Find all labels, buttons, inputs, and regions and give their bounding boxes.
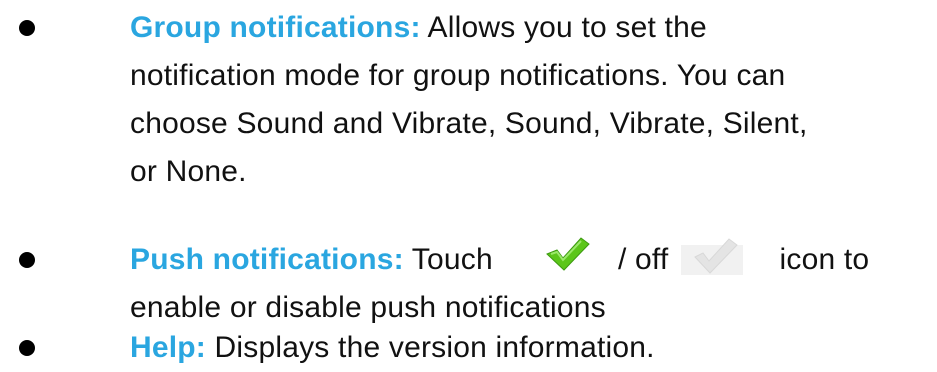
- description-line: notification mode for group notification…: [130, 59, 786, 92]
- item-text: Help: Displays the version information.: [130, 324, 930, 372]
- description-line: or None.: [130, 155, 247, 188]
- description-line: choose Sound and Vibrate, Sound, Vibrate…: [130, 107, 808, 140]
- bullet: [19, 252, 35, 268]
- description-text: Touch: [403, 243, 493, 276]
- bullet: [19, 20, 35, 36]
- description-text: / off: [617, 243, 669, 276]
- bullet: [19, 340, 35, 356]
- term-label: Group notifications:: [130, 11, 421, 44]
- checkmark-off-icon: [680, 231, 743, 276]
- description-line: Displays the version information.: [206, 331, 655, 364]
- item-text: Push notifications: Touch / off icon to …: [130, 236, 930, 332]
- checkmark-on-icon: [543, 234, 591, 272]
- term-label: Push notifications:: [130, 243, 404, 276]
- term-label: Help:: [130, 331, 206, 364]
- description-line: Allows you to set the: [420, 11, 707, 44]
- item-text: Group notifications: Allows you to set t…: [130, 4, 930, 196]
- description-text: icon to: [779, 243, 870, 276]
